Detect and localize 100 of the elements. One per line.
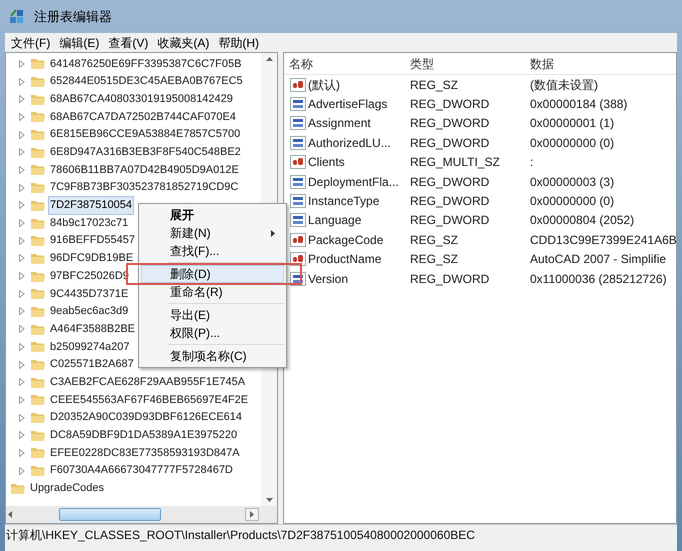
scroll-right-icon[interactable] [250,511,254,518]
value-name[interactable]: AdvertiseFlags [308,95,388,114]
value-name[interactable]: DeploymentFla... [308,172,399,191]
expand-arrow-icon[interactable] [19,466,25,475]
expand-arrow-icon[interactable] [19,325,25,334]
menu-option[interactable]: 展开 [141,206,284,224]
column-header[interactable]: 类型 [405,54,525,72]
expand-arrow-icon[interactable] [19,290,25,298]
expand-arrow-icon[interactable] [19,236,25,245]
value-name[interactable]: Language [308,211,362,230]
expand-arrow-icon[interactable] [19,342,25,351]
scroll-down-icon[interactable] [266,498,272,502]
menu-option[interactable]: 权限(P)... [141,324,284,342]
tree-item[interactable]: C025571B2A687 [49,356,135,373]
tree-item[interactable]: 6414876250E69FF3395387C6C7F05B [49,56,242,72]
tree-item[interactable]: A464F3588B2BE [49,320,136,338]
expand-arrow-icon[interactable] [19,254,25,262]
scroll-right-button[interactable] [245,508,259,521]
expand-arrow-icon[interactable] [19,414,25,422]
menu-item[interactable]: 文件(F) [11,34,50,52]
value-data: 0x00000003 (3) [529,174,614,191]
expand-arrow-icon[interactable] [19,112,25,121]
column-header[interactable]: 数据 [525,54,676,72]
horizontal-scrollbar[interactable] [6,506,277,523]
menu-item[interactable]: 编辑(E) [59,34,100,52]
menu-item[interactable]: 收藏夹(A) [157,34,210,52]
expand-arrow-icon[interactable] [19,166,25,174]
column-header[interactable]: 名称 [284,54,405,72]
expand-arrow-icon[interactable] [19,60,25,68]
tree-item[interactable]: CEEE545563AF67F46BEB65697E4F2E [49,392,250,408]
expand-arrow-icon[interactable] [19,148,25,156]
value-data: CDD13C99E7399E241A6B [529,232,676,249]
value-data: 0x00000000 (0) [529,193,614,210]
expand-arrow-icon[interactable] [19,431,25,440]
tree-item[interactable]: 68AB67CA7DA72502B744CAF070E4 [49,108,237,126]
menu-option[interactable]: 复制项名称(C) [141,347,284,365]
menu-item[interactable]: 查看(V) [108,34,148,52]
tree-item[interactable]: 7D2F387510054 [49,197,133,214]
expand-arrow-icon[interactable] [19,360,25,369]
folder-icon [31,146,45,159]
tree-item[interactable]: C3AEB2FCAE628F29AAB955F1E745A [49,374,246,390]
expand-arrow-icon[interactable] [19,95,25,104]
tree-item[interactable]: 9eab5ec6ac3d9 [49,303,130,320]
value-type: REG_DWORD [409,270,490,288]
value-type: REG_SZ [409,251,460,268]
value-name[interactable]: Assignment [308,114,371,132]
scroll-up-icon[interactable] [266,57,272,61]
expand-arrow-icon[interactable] [19,201,25,210]
value-data: (数值未设置) [529,76,598,94]
expand-arrow-icon[interactable] [19,219,25,228]
expand-arrow-icon[interactable] [19,378,25,386]
expand-arrow-icon[interactable] [19,184,25,192]
value-data: 0x11000036 (285212726) [529,270,667,288]
app-icon [8,8,26,26]
expand-arrow-icon[interactable] [19,130,25,139]
tree-item[interactable]: 9C4435D7371E [49,286,130,302]
binary-value-icon [290,174,306,189]
tree-item[interactable]: 78606B11BB7A07D42B4905D9A012E [49,162,240,178]
status-path: 计算机\HKEY_CLASSES_ROOT\Installer\Products\7D2F387510054080002000060BEC [6,527,475,544]
folder-icon [31,322,45,336]
folder-icon [31,446,45,460]
value-name[interactable]: (默认) [308,76,340,94]
tree-item[interactable]: D20352A90C039D93DBF6126ECE614 [49,409,244,426]
value-name[interactable]: Clients [308,153,345,172]
expand-arrow-icon[interactable] [19,448,25,457]
menu-option[interactable]: 查找(F)... [141,242,284,260]
scroll-thumb[interactable] [59,508,161,521]
value-name[interactable]: Version [308,270,348,288]
tree-item[interactable]: 6E8D947A316B3EB3F8F540C548BE2 [49,144,242,161]
value-name[interactable]: InstanceType [308,192,380,210]
menu-item[interactable]: 帮助(H) [218,34,259,52]
tree-item[interactable]: 6E815EB96CCE9A53884E7857C5700 [49,126,242,143]
folder-icon [31,304,45,318]
tree-item[interactable]: UpgradeCodes [29,480,105,497]
tree-item[interactable]: 916BEFFD55457 [49,232,136,249]
tree-item[interactable]: 84b9c17023c71 [49,214,130,232]
value-name[interactable]: AuthorizedLU... [308,134,391,152]
tree-item[interactable]: DC8A59DBF9D1DA5389A1E3975220 [49,427,238,444]
folder-icon [31,464,45,478]
tree-item[interactable]: 68AB67CA408033019195008142429 [49,90,234,108]
expand-arrow-icon[interactable] [19,307,25,316]
tree-item[interactable]: b25099274a207 [49,338,131,356]
menu-option[interactable]: 新建(N) [141,224,284,242]
expand-arrow-icon[interactable] [19,272,25,280]
menu-option[interactable]: 导出(E) [141,306,284,324]
value-data: 0x00000000 (0) [529,134,614,152]
tree-item[interactable]: 652844E0515DE3C45AEBA0B767EC5 [49,73,244,90]
folder-icon [31,358,45,372]
value-type: REG_MULTI_SZ [409,154,501,172]
menu-option[interactable]: 重命名(R) [141,283,284,301]
tree-item[interactable]: EFEE0228DC83E77358593193D847A [49,444,241,462]
tree-item[interactable]: 7C9F8B73BF303523781852719CD9C [49,179,240,196]
value-name[interactable]: ProductName [308,250,382,268]
tree-item[interactable]: 96DFC9DB19BE [49,250,134,267]
expand-arrow-icon[interactable] [19,396,25,404]
value-name[interactable]: PackageCode [308,230,384,249]
menu-option[interactable]: 删除(D) [141,265,284,283]
expand-arrow-icon[interactable] [19,78,25,86]
tree-item[interactable]: F60730A4A66673047777F5728467D [49,462,234,479]
scroll-left-icon[interactable] [8,511,12,518]
